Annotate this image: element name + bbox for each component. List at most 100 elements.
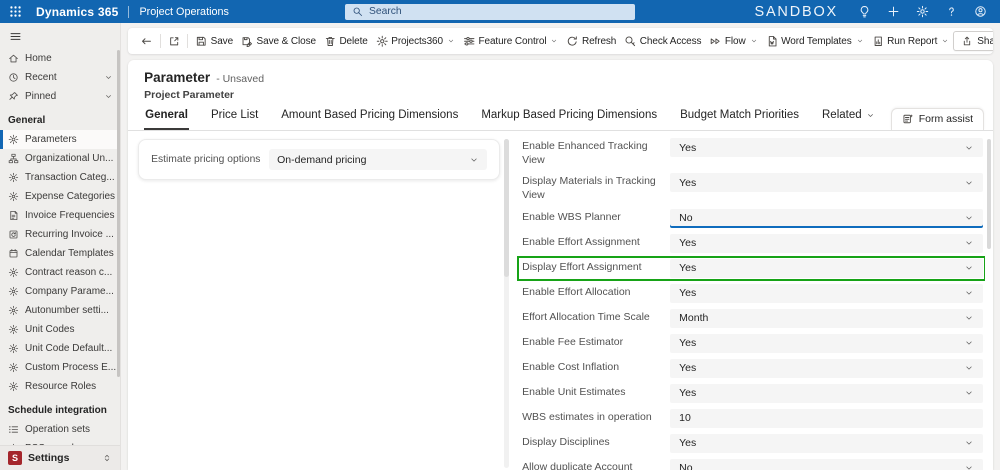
tab-price-list[interactable]: Price List bbox=[210, 103, 259, 130]
flow-button[interactable]: Flow bbox=[705, 30, 761, 52]
enable-effort-allocation-select[interactable]: Yes bbox=[670, 284, 983, 303]
lightbulb-icon[interactable] bbox=[858, 5, 871, 18]
tab-general[interactable]: General bbox=[144, 103, 189, 130]
field-value: Yes bbox=[679, 262, 696, 274]
enable-wbs-planner-select[interactable]: No bbox=[670, 209, 983, 228]
form-scrollbar[interactable] bbox=[500, 137, 512, 470]
enable-cost-inflation-select[interactable]: Yes bbox=[670, 359, 983, 378]
field-row-effort-allocation-time-scale: Effort Allocation Time ScaleMonth bbox=[520, 309, 983, 328]
sidebar-item-contract-reason-c[interactable]: Contract reason c... bbox=[0, 263, 120, 282]
feature-control-button[interactable]: Feature Control bbox=[459, 30, 562, 52]
environment-badge: SANDBOX bbox=[754, 4, 838, 20]
display-disciplines-select[interactable]: Yes bbox=[670, 434, 983, 453]
tab-related[interactable]: Related bbox=[821, 103, 876, 130]
sidebar-item-operation-sets[interactable]: Operation sets bbox=[0, 420, 120, 439]
area-switcher[interactable]: S Settings bbox=[0, 445, 120, 470]
wbs-estimates-in-operation-input[interactable]: 10 bbox=[670, 409, 983, 428]
save-and-close-button[interactable]: Save & Close bbox=[237, 30, 320, 52]
sidebar-item-recent[interactable]: Recent bbox=[0, 68, 120, 87]
field-row-enable-effort-assignment: Enable Effort AssignmentYes bbox=[520, 234, 983, 253]
trash-icon bbox=[324, 35, 337, 48]
popout-button[interactable] bbox=[164, 30, 185, 52]
area-badge: S bbox=[8, 451, 22, 465]
arrow-left-icon bbox=[140, 35, 153, 48]
save-button[interactable]: Save bbox=[191, 30, 237, 52]
app-name[interactable]: Project Operations bbox=[139, 6, 228, 18]
tab-budget-match-priorities[interactable]: Budget Match Priorities bbox=[679, 103, 800, 130]
sidebar-item-organizational-un[interactable]: Organizational Un... bbox=[0, 149, 120, 168]
enable-enhanced-tracking-view-select[interactable]: Yes bbox=[670, 138, 983, 157]
settings-gear-icon[interactable] bbox=[916, 5, 929, 18]
account-presence-icon[interactable] bbox=[974, 5, 987, 18]
tab-markup-based-pricing-dimensions[interactable]: Markup Based Pricing Dimensions bbox=[480, 103, 658, 130]
gear-icon bbox=[8, 134, 19, 145]
run-report-button[interactable]: Run Report bbox=[868, 30, 954, 52]
effort-allocation-time-scale-select[interactable]: Month bbox=[670, 309, 983, 328]
sidebar-item-transaction-categ[interactable]: Transaction Categ... bbox=[0, 168, 120, 187]
field-label: Enable Unit Estimates bbox=[520, 384, 670, 400]
sidebar-item-unit-code-default[interactable]: Unit Code Default... bbox=[0, 339, 120, 358]
search-icon bbox=[352, 6, 363, 17]
sidebar-item-custom-process-e[interactable]: Custom Process E... bbox=[0, 358, 120, 377]
search-box[interactable]: Search bbox=[345, 4, 635, 20]
share-button[interactable]: Share bbox=[953, 31, 993, 51]
field-value: Yes bbox=[679, 337, 696, 349]
report-icon bbox=[872, 35, 885, 48]
command-separator bbox=[187, 34, 188, 48]
word-templates-button[interactable]: Word Templates bbox=[762, 30, 868, 52]
enable-fee-estimator-select[interactable]: Yes bbox=[670, 334, 983, 353]
sidebar-item-expense-categories[interactable]: Expense Categories bbox=[0, 187, 120, 206]
tab-amount-based-pricing-dimensions[interactable]: Amount Based Pricing Dimensions bbox=[280, 103, 459, 130]
app-launcher-button[interactable] bbox=[0, 0, 30, 23]
sidebar-item-pinned[interactable]: Pinned bbox=[0, 87, 120, 106]
help-icon[interactable] bbox=[945, 5, 958, 18]
command-label: Projects360 bbox=[391, 36, 443, 47]
sidebar-item-autonumber-setti[interactable]: Autonumber setti... bbox=[0, 301, 120, 320]
check-access-button[interactable]: Check Access bbox=[620, 30, 705, 52]
form-assist-button[interactable]: Form assist bbox=[891, 108, 984, 130]
sidebar-item-company-parame[interactable]: Company Parame... bbox=[0, 282, 120, 301]
refresh-button[interactable]: Refresh bbox=[562, 30, 620, 52]
tab-label: Markup Based Pricing Dimensions bbox=[481, 109, 657, 121]
record-title: Parameter bbox=[144, 70, 210, 85]
collapse-sitemap-button[interactable] bbox=[0, 23, 120, 49]
form-card: Parameter- Unsaved Project Parameter Gen… bbox=[128, 60, 993, 470]
save-icon bbox=[195, 35, 208, 48]
field-label: Enable WBS Planner bbox=[520, 209, 670, 225]
field-value: Yes bbox=[679, 362, 696, 374]
plus-icon[interactable] bbox=[887, 5, 900, 18]
sidebar-item-recurring-invoice[interactable]: Recurring Invoice ... bbox=[0, 225, 120, 244]
sidebar-scrollbar-thumb[interactable] bbox=[117, 50, 120, 377]
field-value: Yes bbox=[679, 437, 696, 449]
delete-button[interactable]: Delete bbox=[320, 30, 372, 52]
chevron-down-icon bbox=[964, 363, 974, 373]
estimate-pricing-options-select[interactable]: On-demand pricing bbox=[269, 149, 487, 170]
back-button[interactable] bbox=[136, 30, 157, 52]
brand-title[interactable]: Dynamics 365 bbox=[36, 5, 118, 19]
allow-duplicate-account-name-in-leads-select[interactable]: No bbox=[670, 459, 983, 470]
display-effort-assignment-select[interactable]: Yes bbox=[670, 259, 983, 278]
fields-scrollbar-thumb[interactable] bbox=[987, 139, 991, 249]
sidebar-item-resource-roles[interactable]: Resource Roles bbox=[0, 377, 120, 396]
sidebar-item-unit-codes[interactable]: Unit Codes bbox=[0, 320, 120, 339]
refresh-icon bbox=[566, 35, 579, 48]
command-label: Save & Close bbox=[257, 36, 316, 47]
field-row-enable-cost-inflation: Enable Cost InflationYes bbox=[520, 359, 983, 378]
fields-scrollbar[interactable] bbox=[985, 137, 993, 470]
enable-unit-estimates-select[interactable]: Yes bbox=[670, 384, 983, 403]
form-scrollbar-track[interactable] bbox=[504, 139, 509, 468]
sidebar-item-label: Pinned bbox=[25, 91, 98, 102]
sidebar-item-calendar-templates[interactable]: Calendar Templates bbox=[0, 244, 120, 263]
chevron-down-icon bbox=[964, 213, 974, 223]
menu-icon bbox=[9, 30, 22, 43]
sidebar-item-home[interactable]: Home bbox=[0, 49, 120, 68]
sidebar-item-invoice-frequencies[interactable]: Invoice Frequencies bbox=[0, 206, 120, 225]
dynamics365-window: Dynamics 365 Project Operations Search S… bbox=[0, 0, 1000, 470]
estimate-pricing-options-value: On-demand pricing bbox=[277, 154, 366, 166]
projects360-button[interactable]: Projects360 bbox=[372, 30, 459, 52]
form-assist-icon bbox=[902, 113, 914, 125]
sidebar-scrollbar[interactable] bbox=[116, 50, 120, 444]
sidebar-item-parameters[interactable]: Parameters bbox=[0, 130, 120, 149]
enable-effort-assignment-select[interactable]: Yes bbox=[670, 234, 983, 253]
display-materials-in-tracking-view-select[interactable]: Yes bbox=[670, 173, 983, 192]
